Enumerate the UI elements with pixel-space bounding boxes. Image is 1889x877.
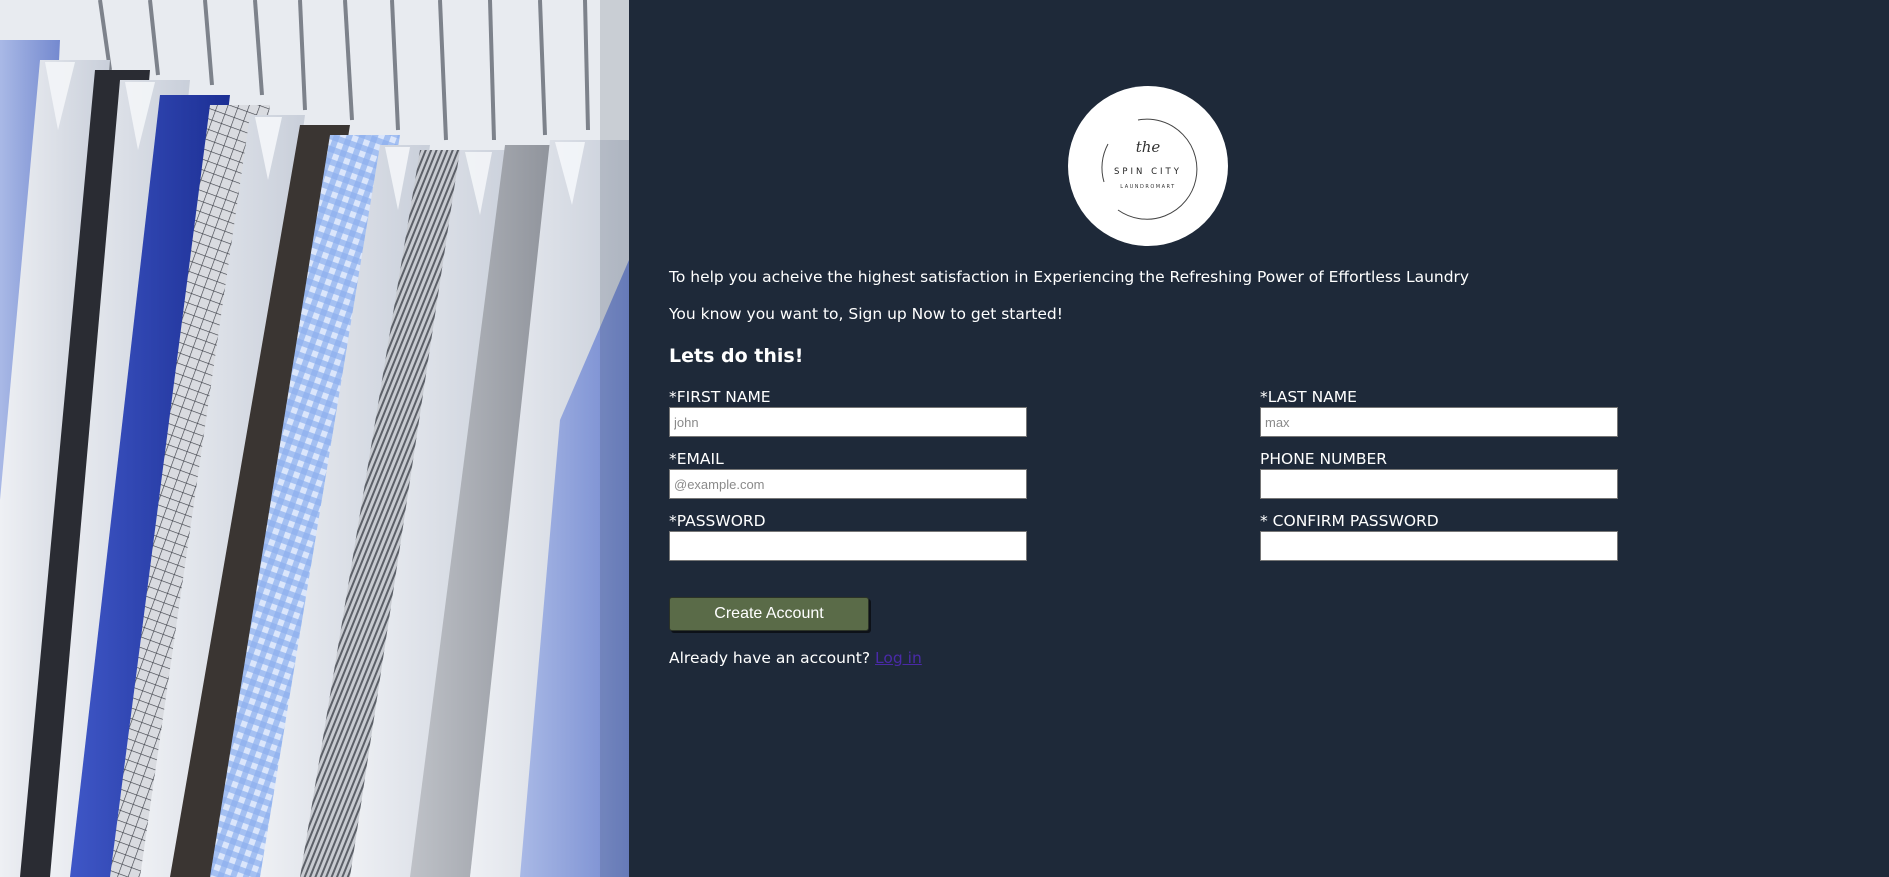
confirm-password-field: * CONFIRM PASSWORD xyxy=(1260,511,1618,561)
first-name-field: *FIRST NAME xyxy=(669,387,1027,437)
password-label: *PASSWORD xyxy=(669,512,766,530)
shirts-illustration xyxy=(0,0,629,877)
logo-graphic: the SPIN CITY LAUNDROMART xyxy=(1101,118,1198,220)
login-prompt: Already have an account? Log in xyxy=(669,649,922,667)
phone-label: PHONE NUMBER xyxy=(1260,450,1388,468)
logo-subbrand-text: LAUNDROMART xyxy=(1120,184,1175,190)
signup-panel: the SPIN CITY LAUNDROMART To help you ac… xyxy=(629,0,1889,877)
phone-input[interactable] xyxy=(1260,469,1618,499)
last-name-label: *LAST NAME xyxy=(1260,388,1357,406)
create-account-button[interactable]: Create Account xyxy=(669,597,869,631)
form-heading: Lets do this! xyxy=(669,345,804,367)
first-name-label: *FIRST NAME xyxy=(669,388,771,406)
logo-brand-text: SPIN CITY xyxy=(1114,167,1182,177)
logo-script-text: the xyxy=(1136,138,1161,156)
shirts-hero-image xyxy=(0,0,629,877)
first-name-input[interactable] xyxy=(669,407,1027,437)
phone-field: PHONE NUMBER xyxy=(1260,449,1618,499)
confirm-password-label: * CONFIRM PASSWORD xyxy=(1260,512,1439,530)
intro-text-line1: To help you acheive the highest satisfac… xyxy=(669,268,1470,286)
confirm-password-input[interactable] xyxy=(1260,531,1618,561)
login-link[interactable]: Log in xyxy=(875,649,922,667)
last-name-field: *LAST NAME xyxy=(1260,387,1618,437)
password-input[interactable] xyxy=(669,531,1027,561)
email-field: *EMAIL xyxy=(669,449,1027,499)
signup-page: the SPIN CITY LAUNDROMART To help you ac… xyxy=(0,0,1889,877)
email-input[interactable] xyxy=(669,469,1027,499)
intro-text-line2: You know you want to, Sign up Now to get… xyxy=(669,305,1063,323)
password-field: *PASSWORD xyxy=(669,511,1027,561)
login-prompt-text: Already have an account? xyxy=(669,649,871,667)
email-label: *EMAIL xyxy=(669,450,724,468)
spin-city-logo: the SPIN CITY LAUNDROMART xyxy=(1068,86,1228,246)
last-name-input[interactable] xyxy=(1260,407,1618,437)
